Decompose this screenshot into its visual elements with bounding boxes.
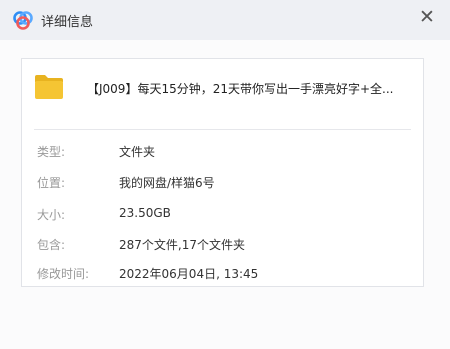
close-button[interactable]: ✕ [414,4,440,30]
dialog-body: 【J009】每天15分钟，21天带你写出一手漂亮好字+全... 类型: 文件夹 … [0,40,450,349]
contains-value: 287个文件,17个文件夹 [119,238,245,252]
folder-icon [35,75,63,99]
file-header: 【J009】每天15分钟，21天带你写出一手漂亮好字+全... [22,59,423,129]
detail-row-modified: 修改时间: 2022年06月04日, 13:45 [22,263,423,283]
detail-row-size: 大小: 23.50GB [22,204,423,224]
location-label: 位置: [37,176,66,190]
detail-row-location: 位置: 我的网盘/样猫6号 [22,172,423,192]
size-value: 23.50GB [119,206,171,220]
detail-row-contains: 包含: 287个文件,17个文件夹 [22,234,423,254]
type-value: 文件夹 [119,145,156,159]
file-name: 【J009】每天15分钟，21天带你写出一手漂亮好字+全... [87,82,394,96]
baidu-netdisk-logo-icon [13,11,33,30]
size-label: 大小: [37,208,66,222]
close-icon[interactable]: ✕ [419,6,435,28]
modified-value: 2022年06月04日, 13:45 [119,267,259,281]
contains-label: 包含: [37,238,66,252]
type-label: 类型: [37,145,66,159]
divider [34,129,411,130]
window-title: 详细信息 [41,15,94,30]
modified-label: 修改时间: [37,267,90,281]
details-card: 【J009】每天15分钟，21天带你写出一手漂亮好字+全... 类型: 文件夹 … [21,58,424,287]
location-value: 我的网盘/样猫6号 [119,176,215,190]
detail-row-type: 类型: 文件夹 [22,141,423,161]
title-bar: 详细信息 ✕ [0,0,450,40]
